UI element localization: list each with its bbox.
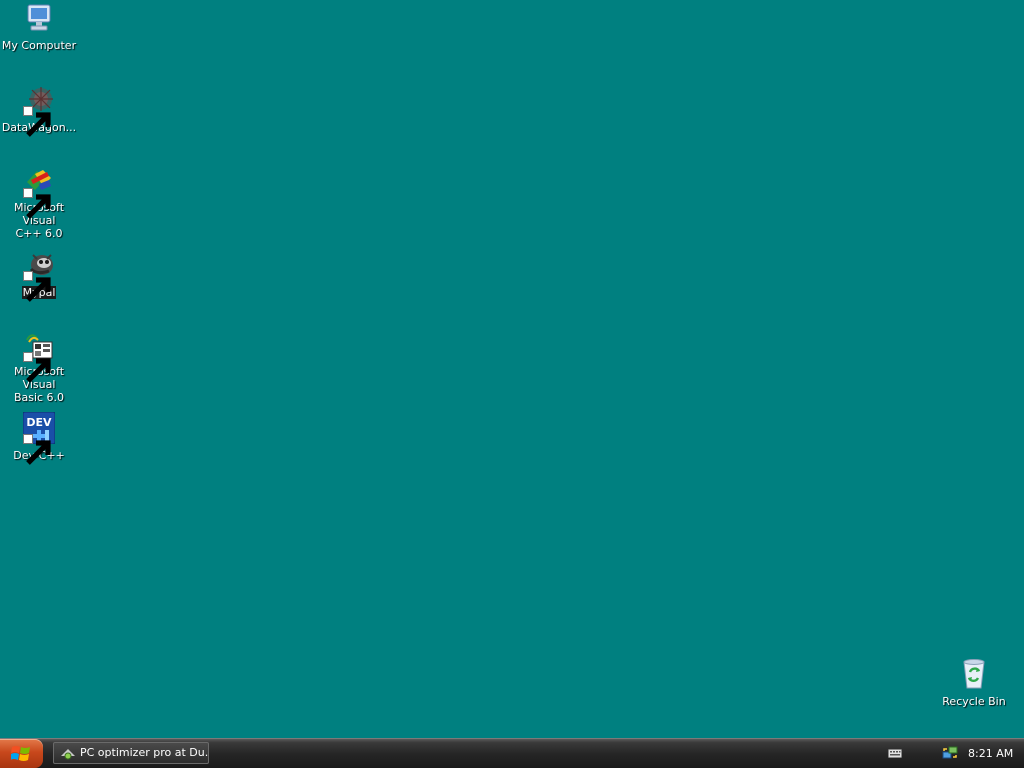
desktop-icon-visual-basic[interactable]: Microsoft Visual Basic 6.0 xyxy=(0,330,78,405)
desktop-icon-visual-cpp[interactable]: Microsoft Visual C++ 6.0 xyxy=(0,166,78,241)
dev-cpp-icon-text: DEV xyxy=(26,416,52,429)
desktop-icon-my-computer[interactable]: My Computer xyxy=(0,2,78,53)
desktop[interactable]: My Computer DataWagon... Microsoft Visua… xyxy=(0,0,1024,738)
taskbar: PC optimizer pro at Du... 8:21 AM xyxy=(0,738,1024,768)
desktop-icon-datawagon[interactable]: DataWagon... xyxy=(0,84,78,137)
desktop-icon-dev-cpp[interactable]: DEV Dev-C++ xyxy=(0,412,78,465)
clock[interactable]: 8:21 AM xyxy=(968,739,1013,768)
recycle-bin-icon xyxy=(958,658,990,690)
shortcut-arrow-icon xyxy=(23,271,51,302)
desktop-icon-recycle-bin[interactable]: Recycle Bin xyxy=(935,658,1013,709)
pc-optimizer-icon xyxy=(61,749,75,760)
datawagon-icon xyxy=(23,84,55,137)
start-button[interactable] xyxy=(0,739,43,768)
desktop-icon-label: Recycle Bin xyxy=(942,695,1006,708)
shortcut-arrow-icon xyxy=(23,106,51,137)
shortcut-arrow-icon xyxy=(23,352,51,383)
my-computer-icon xyxy=(23,2,55,34)
dev-cpp-icon: DEV xyxy=(23,412,55,465)
shortcut-arrow-icon xyxy=(23,188,51,219)
keyboard-icon[interactable] xyxy=(888,747,902,759)
taskbar-button-pc-optimizer[interactable]: PC optimizer pro at Du... xyxy=(53,742,209,764)
desktop-icon-mypal[interactable]: Mypal xyxy=(0,249,78,302)
network-icon[interactable] xyxy=(942,745,958,761)
taskbar-button-label: PC optimizer pro at Du... xyxy=(80,746,209,759)
shortcut-arrow-icon xyxy=(23,434,51,465)
desktop-icon-label: My Computer xyxy=(1,39,77,52)
system-tray: 8:21 AM xyxy=(874,739,1024,768)
mypal-icon xyxy=(23,249,55,302)
visual-basic-icon xyxy=(23,330,55,383)
windows-logo-icon xyxy=(11,746,30,761)
visual-cpp-icon xyxy=(23,166,55,219)
